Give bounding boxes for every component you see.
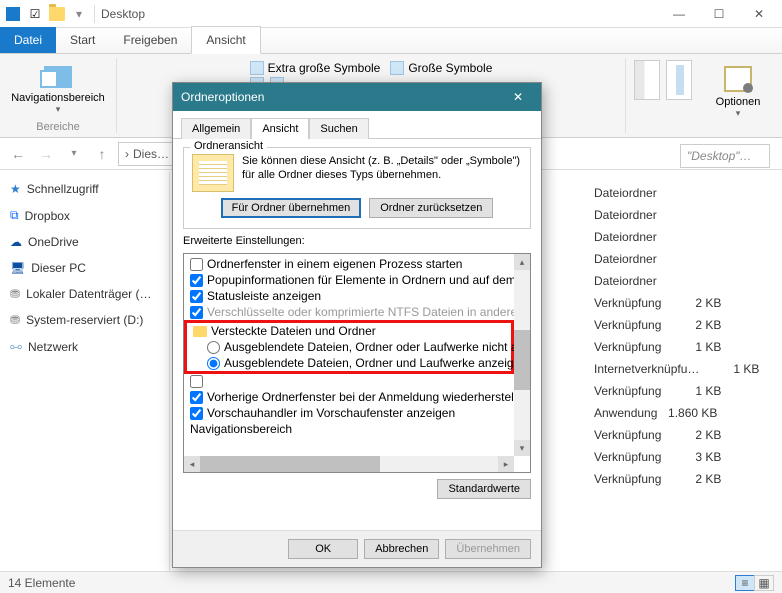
ribbon-btn-2[interactable] [666, 60, 692, 100]
minimize-button[interactable]: — [660, 2, 698, 26]
dialog-tab-view[interactable]: Ansicht [251, 118, 309, 139]
dialog-close-button[interactable]: ✕ [503, 83, 533, 111]
folder-icon [193, 326, 207, 337]
dropbox-icon: ⧉ [10, 208, 19, 223]
chk-restore-windows[interactable] [190, 391, 203, 404]
window-titlebar: ☑ ▾ Desktop — ☐ ✕ [0, 0, 782, 28]
view-extra-large-icons[interactable]: Extra große SymboleGroße Symbole [246, 60, 497, 76]
close-button[interactable]: ✕ [740, 2, 778, 26]
sidebar-item-network[interactable]: ⧟Netzwerk [0, 333, 169, 360]
dialog-tab-search[interactable]: Suchen [309, 118, 368, 139]
tab-start[interactable]: Start [56, 27, 109, 53]
folder-view-group: Ordneransicht Sie können diese Ansicht (… [183, 147, 531, 229]
restore-defaults-button[interactable]: Standardwerte [437, 479, 531, 499]
chk-preview-handler[interactable] [190, 407, 203, 420]
navigation-pane-button[interactable]: Navigationsbereich ▾ [8, 60, 108, 117]
drive-icon: ⛃ [10, 287, 20, 301]
qat-checkbox-icon[interactable]: ☑ [26, 5, 44, 23]
chevron-right-icon: › [125, 147, 129, 161]
star-icon: ★ [10, 182, 21, 196]
ribbon-btn-1[interactable] [634, 60, 660, 100]
pc-icon: 🖥 [10, 261, 25, 275]
folder-icon [48, 5, 66, 23]
status-bar: 14 Elemente ≡ ▦ [0, 571, 782, 593]
column-header-size[interactable]: Größe [613, 172, 703, 180]
recent-locations[interactable]: ▾ [62, 142, 86, 166]
advanced-settings-label: Erweiterte Einstellungen: [183, 235, 531, 247]
sidebar-item-onedrive[interactable]: ☁OneDrive [0, 229, 169, 255]
onedrive-icon: ☁ [10, 235, 22, 249]
tab-file[interactable]: Datei [0, 27, 56, 53]
folder-view-icon [192, 154, 234, 192]
view-icons-button[interactable]: ▦ [754, 575, 774, 591]
drive-icon: ⛃ [10, 313, 20, 327]
advanced-settings-tree[interactable]: Ordnerfenster in einem eigenen Prozess s… [183, 253, 531, 473]
reset-folders-button[interactable]: Ordner zurücksetzen [369, 198, 493, 218]
folder-options-dialog: Ordneroptionen ✕ Allgemein Ansicht Suche… [172, 82, 542, 568]
maximize-button[interactable]: ☐ [700, 2, 738, 26]
tab-ansicht[interactable]: Ansicht [191, 26, 260, 54]
radio-hide-hidden[interactable] [207, 341, 220, 354]
window-title: Desktop [101, 7, 145, 21]
system-menu-icon[interactable] [4, 5, 22, 23]
chk-popup-info[interactable] [190, 274, 203, 287]
sidebar-item-local-disk[interactable]: ⛃Lokaler Datenträger (… [0, 281, 169, 307]
forward-button[interactable]: → [34, 142, 58, 166]
dialog-tab-general[interactable]: Allgemein [181, 118, 251, 139]
options-icon [724, 66, 752, 92]
cancel-button[interactable]: Abbrechen [364, 539, 439, 559]
sidebar-item-quick-access[interactable]: ★Schnellzugriff [0, 176, 169, 202]
qat-dropdown-icon[interactable]: ▾ [70, 5, 88, 23]
ribbon-tabs: Datei Start Freigeben Ansicht [0, 28, 782, 54]
apply-button[interactable]: Übernehmen [445, 539, 531, 559]
hidden-files-highlight: Versteckte Dateien und Ordner Ausgeblend… [184, 320, 514, 374]
search-input[interactable]: "Desktop"… [680, 144, 770, 168]
network-icon: ⧟ [10, 339, 22, 354]
dialog-titlebar[interactable]: Ordneroptionen ✕ [173, 83, 541, 111]
chk-statusbar[interactable] [190, 290, 203, 303]
view-details-button[interactable]: ≡ [735, 575, 755, 591]
chk-ntfs-color[interactable] [190, 306, 203, 319]
navigation-pane-icon [44, 66, 72, 88]
chk-cutoff[interactable] [190, 375, 203, 388]
sidebar-item-this-pc[interactable]: 🖥Dieser PC [0, 255, 169, 281]
navigation-pane: ★Schnellzugriff ⧉Dropbox ☁OneDrive 🖥Dies… [0, 172, 170, 571]
radio-show-hidden[interactable] [207, 357, 220, 370]
ok-button[interactable]: OK [288, 539, 358, 559]
up-button[interactable]: ↑ [90, 142, 114, 166]
back-button[interactable]: ← [6, 142, 30, 166]
apply-to-folders-button[interactable]: Für Ordner übernehmen [221, 198, 362, 218]
item-count: 14 Elemente [8, 576, 75, 590]
options-button[interactable]: Optionen ▾ [708, 60, 768, 121]
chk-own-process[interactable] [190, 258, 203, 271]
tab-freigeben[interactable]: Freigeben [109, 27, 191, 53]
sidebar-item-system-reserved[interactable]: ⛃System-reserviert (D:) [0, 307, 169, 333]
sidebar-item-dropbox[interactable]: ⧉Dropbox [0, 202, 169, 229]
tree-vertical-scrollbar[interactable]: ▴ ▾ [514, 254, 530, 456]
tree-horizontal-scrollbar[interactable]: ◂ ▸ [184, 456, 514, 472]
